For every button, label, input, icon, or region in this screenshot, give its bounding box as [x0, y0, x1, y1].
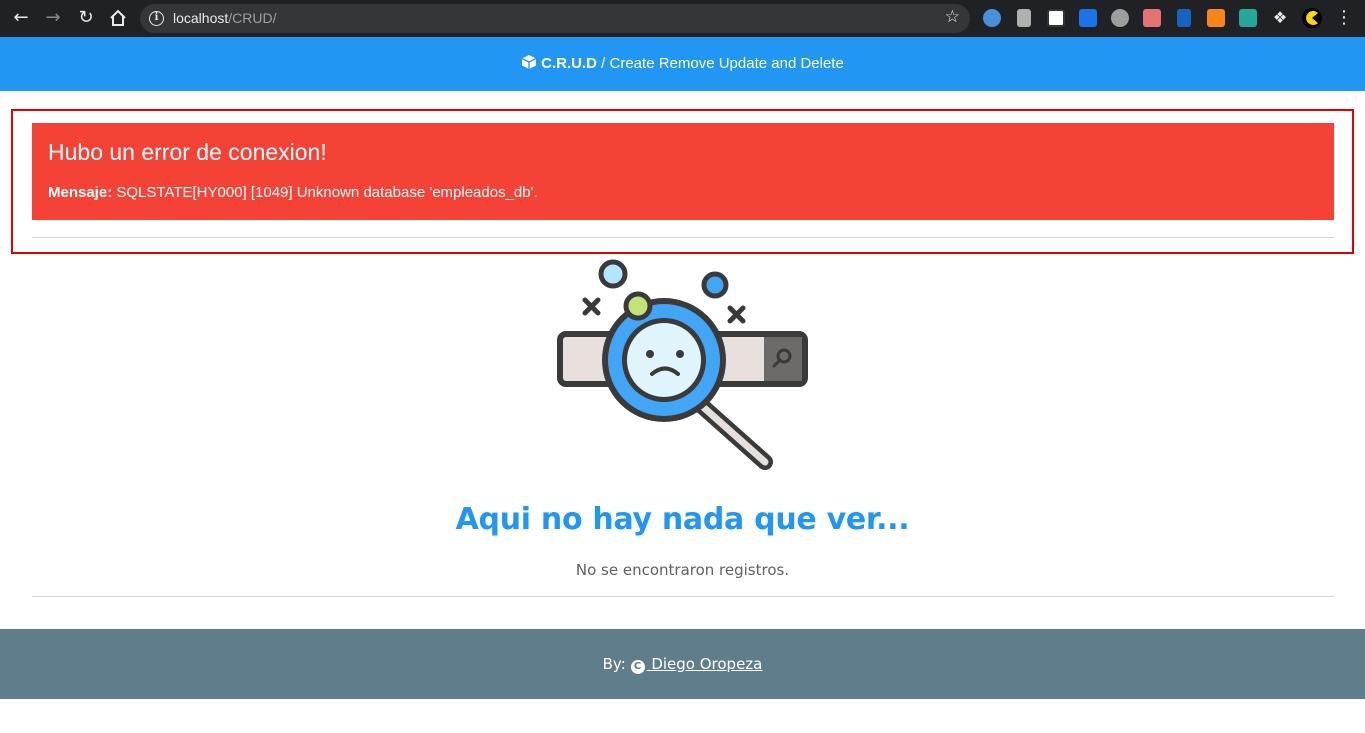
copyright-icon: C: [630, 660, 645, 674]
app-brand: C.R.U.D: [541, 55, 597, 72]
extension-robot-icon[interactable]: [1239, 9, 1257, 27]
site-info-icon[interactable]: i: [149, 11, 164, 26]
app-header: C.R.U.D / Create Remove Update and Delet…: [0, 37, 1365, 91]
home-icon[interactable]: [106, 6, 130, 30]
app-subtitle: Create Remove Update and Delete: [609, 55, 844, 72]
extension-face-icon[interactable]: [1111, 9, 1129, 27]
divider: [32, 596, 1334, 597]
empty-state-title: Aqui no hay nada que ver...: [455, 502, 910, 537]
error-text: SQLSTATE[HY000] [1049] Unknown database …: [112, 184, 538, 201]
forward-arrow-icon[interactable]: →: [41, 6, 65, 30]
author-name[interactable]: Diego Oropeza: [647, 655, 762, 673]
extension-compass-icon[interactable]: [983, 9, 1001, 27]
cube-icon: [521, 39, 537, 93]
error-label: Mensaje:: [48, 184, 113, 201]
extension-chip-icon[interactable]: [1017, 9, 1031, 27]
sad-magnifier-search-icon: [552, 256, 812, 472]
extension-shield-icon[interactable]: [1177, 9, 1191, 27]
extension-notion-icon[interactable]: [1047, 9, 1065, 27]
empty-state-subtitle: No se encontraron registros.: [575, 561, 790, 579]
menu-kebab-icon[interactable]: ⋮: [1332, 6, 1356, 30]
divider: [32, 237, 1334, 238]
header-separator: /: [597, 55, 610, 72]
url-text[interactable]: localhost/CRUD/: [173, 10, 277, 26]
author-link[interactable]: C Diego Oropeza: [630, 655, 762, 674]
extension-metamask-icon[interactable]: [1207, 9, 1225, 27]
bookmark-star-icon[interactable]: ☆: [945, 7, 960, 27]
footer-by-label: By:: [602, 655, 626, 673]
extension-translate-icon[interactable]: [1079, 9, 1097, 27]
error-message: Mensaje: SQLSTATE[HY000] [1049] Unknown …: [48, 184, 1318, 201]
address-bar[interactable]: i localhost/CRUD/ ☆: [140, 4, 970, 33]
profile-avatar[interactable]: [1302, 8, 1322, 28]
error-alert: Hubo un error de conexion! Mensaje: SQLS…: [32, 123, 1334, 220]
reload-icon[interactable]: ↻: [74, 6, 98, 30]
extension-card-icon[interactable]: [1143, 9, 1161, 27]
back-arrow-icon[interactable]: ←: [9, 6, 33, 30]
error-title: Hubo un error de conexion!: [48, 139, 327, 165]
extensions-puzzle-icon[interactable]: ❖: [1268, 6, 1292, 30]
browser-toolbar: ← → ↻ i localhost/CRUD/ ☆ ❖ ⋮: [0, 0, 1365, 37]
footer: By: C Diego Oropeza: [0, 629, 1365, 699]
